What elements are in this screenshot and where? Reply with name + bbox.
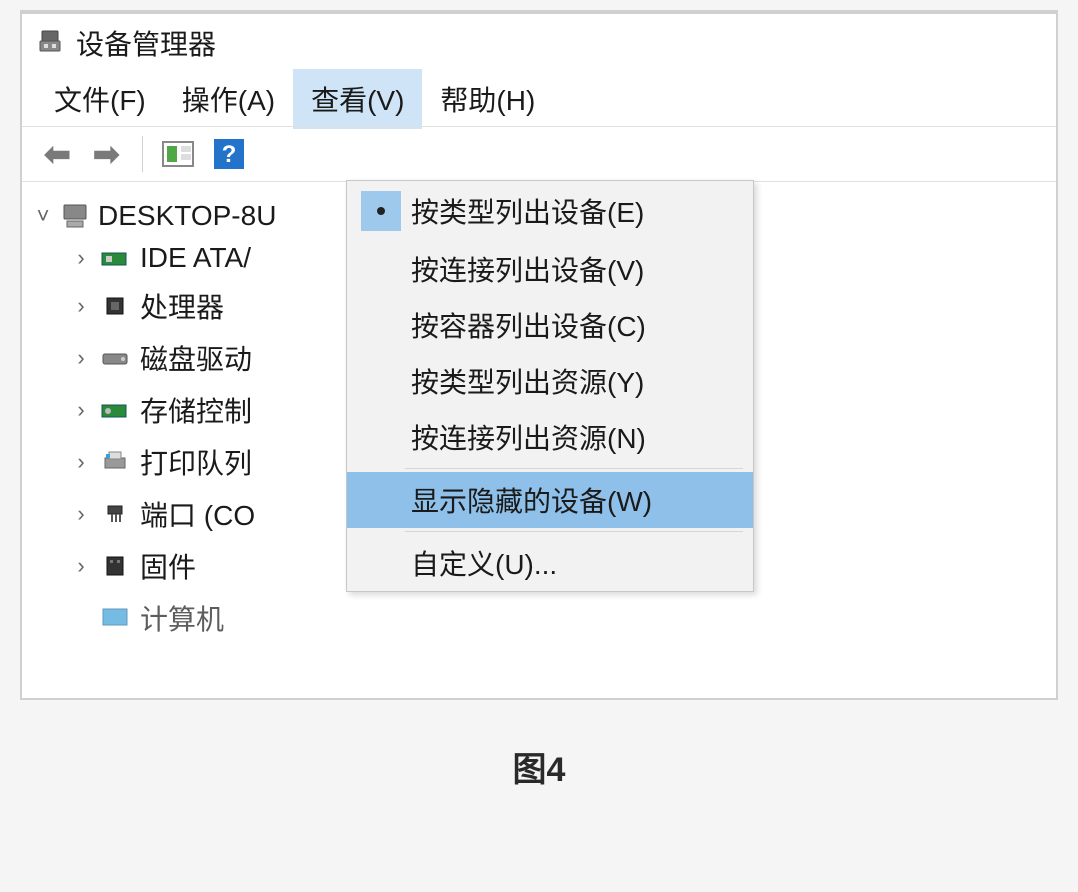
titlebar: 设备管理器 bbox=[22, 14, 1056, 72]
chevron-right-icon[interactable]: › bbox=[72, 553, 90, 579]
tree-node-label: 计算机 bbox=[140, 598, 224, 638]
menu-devices-by-type[interactable]: 按类型列出设备(E) bbox=[347, 181, 753, 241]
menu-devices-by-container[interactable]: 按容器列出设备(C) bbox=[347, 297, 753, 353]
menu-view[interactable]: 查看(V) bbox=[293, 69, 422, 129]
computer-icon bbox=[60, 202, 90, 230]
tree-node-label: 端口 (CO bbox=[140, 494, 255, 534]
monitor-icon bbox=[100, 604, 130, 632]
toolbar-separator bbox=[142, 136, 143, 172]
menubar: 文件(F) 操作(A) 查看(V) 帮助(H) bbox=[22, 72, 1056, 126]
chevron-right-icon[interactable]: › bbox=[72, 501, 90, 527]
menu-devices-by-connection[interactable]: 按连接列出设备(V) bbox=[347, 241, 753, 297]
properties-icon[interactable] bbox=[159, 136, 199, 172]
tree-node-label: 固件 bbox=[140, 546, 196, 586]
dropdown-item-label: 按容器列出设备(C) bbox=[405, 305, 646, 345]
dropdown-item-label: 按类型列出设备(E) bbox=[405, 191, 644, 231]
dropdown-item-label: 自定义(U)... bbox=[405, 543, 557, 583]
chevron-right-icon[interactable]: › bbox=[72, 397, 90, 423]
toolbar: ⬅ ➡ ? bbox=[22, 126, 1056, 182]
chevron-right-icon[interactable]: › bbox=[72, 293, 90, 319]
menu-file[interactable]: 文件(F) bbox=[36, 69, 164, 129]
chevron-right-icon[interactable]: › bbox=[72, 449, 90, 475]
dropdown-item-label: 按连接列出资源(N) bbox=[405, 417, 646, 457]
dropdown-item-label: 显示隐藏的设备(W) bbox=[405, 480, 652, 520]
view-dropdown-menu: 按类型列出设备(E) 按连接列出设备(V) 按容器列出设备(C) 按类型列出资源… bbox=[346, 180, 754, 592]
menu-customize[interactable]: 自定义(U)... bbox=[347, 535, 753, 591]
processor-icon bbox=[100, 292, 130, 320]
chevron-right-icon[interactable]: › bbox=[72, 345, 90, 371]
storage-controller-icon bbox=[100, 396, 130, 424]
tree-root-label: DESKTOP-8U bbox=[98, 200, 276, 232]
firmware-icon bbox=[100, 552, 130, 580]
tree-node-label: 磁盘驱动 bbox=[140, 338, 252, 378]
forward-arrow-icon[interactable]: ➡ bbox=[87, 133, 126, 175]
dropdown-item-label: 按类型列出资源(Y) bbox=[405, 361, 644, 401]
menu-help[interactable]: 帮助(H) bbox=[422, 69, 553, 129]
tree-node-label: 打印队列 bbox=[140, 442, 252, 482]
chevron-right-icon[interactable]: › bbox=[72, 245, 90, 271]
dropdown-separator bbox=[405, 468, 743, 469]
help-icon[interactable]: ? bbox=[209, 136, 249, 172]
svg-text:?: ? bbox=[221, 141, 236, 168]
menu-resources-by-type[interactable]: 按类型列出资源(Y) bbox=[347, 353, 753, 409]
tree-node-label: 存储控制 bbox=[140, 390, 252, 430]
figure-caption: 图4 bbox=[0, 742, 1078, 791]
disk-drive-icon bbox=[100, 344, 130, 372]
device-manager-window: 设备管理器 文件(F) 操作(A) 查看(V) 帮助(H) ⬅ ➡ ? ˅ bbox=[20, 10, 1058, 700]
menu-action[interactable]: 操作(A) bbox=[164, 69, 293, 129]
tree-node-label: 处理器 bbox=[140, 286, 224, 326]
printer-icon bbox=[100, 448, 130, 476]
ports-icon bbox=[100, 500, 130, 528]
menu-resources-by-connection[interactable]: 按连接列出资源(N) bbox=[347, 409, 753, 465]
chevron-down-icon[interactable]: ˅ bbox=[34, 203, 52, 229]
ide-controller-icon bbox=[100, 244, 130, 272]
device-manager-icon bbox=[36, 29, 64, 57]
window-title: 设备管理器 bbox=[76, 23, 216, 63]
bullet-check-icon bbox=[361, 191, 401, 231]
dropdown-item-label: 按连接列出设备(V) bbox=[405, 249, 644, 289]
tree-node-label: IDE ATA/ bbox=[140, 242, 251, 274]
dropdown-separator bbox=[405, 531, 743, 532]
menu-show-hidden-devices[interactable]: 显示隐藏的设备(W) bbox=[347, 472, 753, 528]
back-arrow-icon[interactable]: ⬅ bbox=[38, 133, 77, 175]
tree-node-computer[interactable]: 计算机 bbox=[72, 592, 1056, 644]
